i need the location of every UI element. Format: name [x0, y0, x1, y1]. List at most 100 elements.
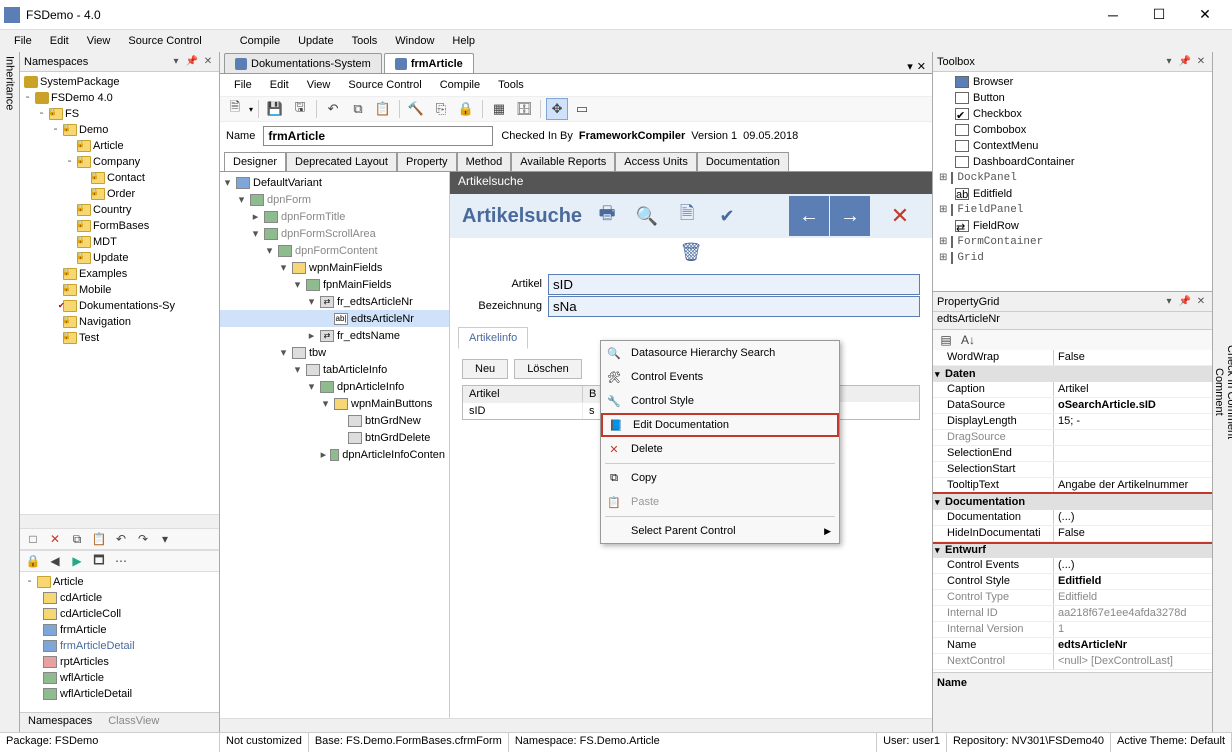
outline-scrollarea[interactable]: dpnFormScrollArea — [281, 228, 376, 240]
pv-artikel-input[interactable] — [548, 274, 920, 295]
paste-icon[interactable]: 📋 — [90, 530, 108, 548]
outline-fr-edtsname[interactable]: fr_edtsName — [337, 330, 400, 342]
outline-wpnmainfields[interactable]: wpnMainFields — [309, 262, 382, 274]
list-cdarticle[interactable]: cdArticle — [60, 592, 102, 604]
innertab-property[interactable]: Property — [397, 152, 457, 171]
new-doc-icon[interactable]: 🗎 — [224, 98, 246, 120]
db-icon[interactable]: 🗄 — [513, 98, 535, 120]
nav-right-icon[interactable]: ▶ — [68, 552, 86, 570]
tool-combobox[interactable]: Combobox — [973, 124, 1026, 136]
prop-caption[interactable]: Caption — [933, 382, 1053, 397]
prop-controltype[interactable]: Control Type — [933, 590, 1053, 605]
tree-mdt[interactable]: MDT — [93, 236, 117, 248]
prop-pin-icon[interactable]: 📌 — [1178, 295, 1192, 309]
article-list[interactable]: -Article cdArticle cdArticleColl frmArti… — [20, 572, 219, 712]
tree-update[interactable]: Update — [93, 252, 128, 264]
tree-demo[interactable]: Demo — [79, 124, 108, 136]
menu-edit[interactable]: Edit — [42, 33, 77, 49]
tool-checkbox[interactable]: Checkbox — [973, 108, 1022, 120]
prop-controlstyle[interactable]: Control Style — [933, 574, 1053, 589]
innertab-reports[interactable]: Available Reports — [511, 152, 615, 171]
ctx-select-parent[interactable]: Select Parent Control — [601, 519, 839, 543]
undo2-icon[interactable]: ↶ — [322, 98, 344, 120]
panel-dropdown-icon[interactable]: ▾ — [169, 55, 183, 69]
menu-update[interactable]: Update — [290, 33, 341, 49]
paste2-icon[interactable]: 📋 — [372, 98, 394, 120]
docmenu-view[interactable]: View — [299, 77, 339, 93]
tree-doku[interactable]: Dokumentations-Sy — [79, 300, 175, 312]
menu-source-control[interactable]: Source Control — [120, 33, 209, 49]
tree-fs[interactable]: FS — [65, 108, 79, 120]
prop-az-icon[interactable]: A↓ — [959, 331, 977, 349]
tree-mobile[interactable]: Mobile — [79, 284, 111, 296]
property-list[interactable]: WordWrapFalse Daten CaptionArtikel DataS… — [933, 350, 1212, 672]
rect-icon[interactable]: ▭ — [571, 98, 593, 120]
ctx-control-events[interactable]: 🛠Control Events — [601, 365, 839, 389]
comment-tab[interactable]: Comment — [1213, 368, 1225, 416]
outline-dpnformtitle[interactable]: dpnFormTitle — [281, 211, 345, 223]
ctx-edit-documentation[interactable]: 📘Edit Documentation — [601, 413, 839, 437]
new-icon[interactable]: □ — [24, 530, 42, 548]
check-icon[interactable]: ✔ — [712, 201, 742, 231]
panel-close-icon[interactable]: ✕ — [201, 55, 215, 69]
print-icon[interactable]: 🖶 — [592, 201, 622, 231]
outline-fr-articlenr[interactable]: fr_edtsArticleNr — [337, 296, 413, 308]
expand-icon[interactable]: ▾ — [156, 530, 174, 548]
toolbox-dd-icon[interactable]: ▾ — [1162, 55, 1176, 69]
more-icon[interactable]: ⋯ — [112, 552, 130, 570]
next-arrow[interactable]: → — [830, 196, 870, 236]
outline-fpnmainfields[interactable]: fpnMainFields — [323, 279, 391, 291]
tree-contact[interactable]: Contact — [107, 172, 145, 184]
prop-selectionend[interactable]: SelectionEnd — [933, 446, 1053, 461]
prop-object[interactable]: edtsArticleNr — [933, 312, 1212, 330]
prop-internalversion[interactable]: Internal Version — [933, 622, 1053, 637]
pv-bez-input[interactable] — [548, 296, 920, 317]
menu-tools[interactable]: Tools — [344, 33, 386, 49]
namespaces-tree[interactable]: SystemPackage -FSDemo 4.0 -FS -Demo Arti… — [20, 72, 219, 514]
outline-btngrdnew[interactable]: btnGrdNew — [365, 415, 421, 427]
tab-dropdown-icon[interactable]: ▾ — [907, 60, 913, 73]
newdoc-icon[interactable]: 🗎 — [672, 201, 702, 231]
tree-fsdemo[interactable]: FSDemo 4.0 — [51, 92, 113, 104]
prop-documentation[interactable]: Documentation — [933, 510, 1053, 525]
outline-edtsarticlenr[interactable]: edtsArticleNr — [351, 313, 414, 325]
saveall-icon[interactable]: 🖫 — [289, 98, 311, 120]
list-cdarticlecoll[interactable]: cdArticleColl — [60, 608, 121, 620]
prop-cat-icon[interactable]: ▤ — [937, 331, 955, 349]
toolbox-list[interactable]: Browser Button ✔Checkbox Combobox Contex… — [933, 72, 1212, 291]
prev-arrow[interactable]: ← — [789, 196, 829, 236]
prop-dd-icon[interactable]: ▾ — [1162, 295, 1176, 309]
tool-fieldrow[interactable]: FieldRow — [973, 220, 1019, 232]
list-frmarticledetail[interactable]: frmArticleDetail — [60, 640, 135, 652]
prop-tooltip[interactable]: TooltipText — [933, 478, 1053, 493]
pin-icon[interactable]: 📌 — [185, 55, 199, 69]
ctx-delete[interactable]: ✕Delete — [601, 437, 839, 461]
minimize-button[interactable]: ─ — [1090, 1, 1136, 29]
prop-controlevents[interactable]: Control Events — [933, 558, 1053, 573]
tree-country[interactable]: Country — [93, 204, 132, 216]
lefttab-classview[interactable]: ClassView — [100, 713, 167, 732]
lock-icon[interactable]: 🔒 — [24, 552, 42, 570]
prop-name[interactable]: Name — [933, 638, 1053, 653]
outline-btngrddelete[interactable]: btnGrdDelete — [365, 432, 430, 444]
nav-left-icon[interactable]: ◀ — [46, 552, 64, 570]
prop-datasource[interactable]: DataSource — [933, 398, 1053, 413]
redo-icon[interactable]: ↷ — [134, 530, 152, 548]
tree-order[interactable]: Order — [107, 188, 135, 200]
trash-icon[interactable]: 🗑 — [680, 242, 703, 262]
preview-close-icon[interactable]: ✕ — [880, 203, 920, 229]
tree-article[interactable]: Article — [93, 140, 124, 152]
menu-view[interactable]: View — [79, 33, 119, 49]
lock2-icon[interactable]: 🔒 — [455, 98, 477, 120]
inheritance-tab[interactable]: Inheritance — [0, 52, 20, 732]
list-frmarticle[interactable]: frmArticle — [60, 624, 106, 636]
tree-test[interactable]: Test — [79, 332, 99, 344]
innertab-documentation[interactable]: Documentation — [697, 152, 789, 171]
outline-tbw[interactable]: tbw — [309, 347, 326, 359]
prop-hideindoc[interactable]: HideInDocumentati — [933, 526, 1053, 541]
outline-content[interactable]: dpnFormContent — [295, 245, 378, 257]
menu-window[interactable]: Window — [387, 33, 442, 49]
pv-tab-artikelinfo[interactable]: Artikelinfo — [458, 327, 528, 349]
menu-help[interactable]: Help — [444, 33, 483, 49]
doctab-doku[interactable]: Dokumentations-System — [224, 53, 382, 73]
